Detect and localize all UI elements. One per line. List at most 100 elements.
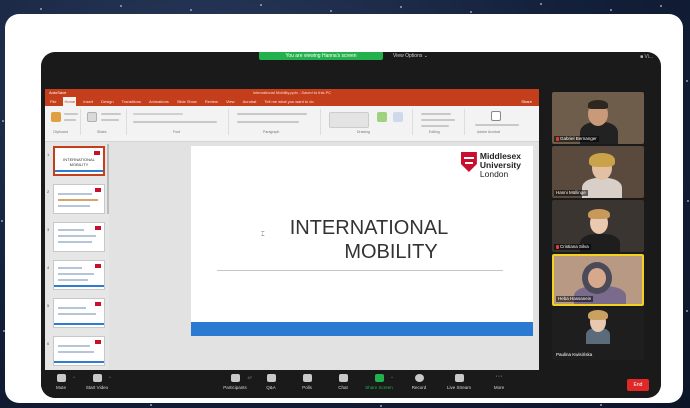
ribbon-group-paragraph: Paragraph <box>231 109 321 135</box>
thumbnail-title: INTERNATIONAL MOBILITY <box>63 157 95 167</box>
tell-me-search[interactable]: Tell me what you want to do <box>263 97 314 106</box>
chevron-up-icon[interactable]: ^ <box>109 375 111 380</box>
ribbon-label-clipboard: Clipboard <box>53 130 68 134</box>
shared-powerpoint-window: AutoSave International Mobility.pptx - S… <box>45 89 539 390</box>
view-options-menu[interactable]: View Options ⌄ <box>393 52 428 60</box>
tab-file[interactable]: File <box>49 97 57 106</box>
slide-thumbnail-2[interactable] <box>53 184 105 214</box>
quick-styles-icon[interactable] <box>393 112 403 122</box>
tab-view[interactable]: View <box>225 97 236 106</box>
qa-icon <box>266 374 276 382</box>
shapes-gallery-icon[interactable] <box>329 112 369 128</box>
share-screen-button[interactable]: Share Screen ^ <box>361 374 397 390</box>
tab-home[interactable]: Home <box>63 97 77 106</box>
participant-tile[interactable]: Hanni Müllinge <box>552 146 644 198</box>
participant-tile[interactable]: Gabriel Bernanger <box>552 92 644 144</box>
slide-thumbnail-1[interactable]: INTERNATIONAL MOBILITY <box>53 146 105 176</box>
participant-name: Heba Hassanein <box>556 296 594 302</box>
ppt-ribbon-tabs: File Home Insert Design Transitions Anim… <box>45 97 539 106</box>
more-dots-icon: ··· <box>495 373 503 380</box>
tab-transitions[interactable]: Transitions <box>121 97 142 106</box>
ppt-workspace: 1 INTERNATIONAL MOBILITY 2 3 4 5 6 Middl… <box>45 142 539 383</box>
tab-insert[interactable]: Insert <box>82 97 94 106</box>
slide-footer-bar <box>191 322 533 336</box>
participant-name: Hanni Müllinge <box>554 190 588 196</box>
toolbar-label: Mute <box>55 385 66 390</box>
window-control[interactable]: ■ Vi... <box>640 54 653 60</box>
slide-thumbnail-pane: 1 INTERNATIONAL MOBILITY 2 3 4 5 6 <box>45 142 109 383</box>
more-button[interactable]: ··· More <box>481 373 517 390</box>
participant-name: Cristiana Silva <box>554 244 591 250</box>
polls-button[interactable]: Polls <box>289 374 325 390</box>
create-pdf-icon[interactable] <box>491 111 501 121</box>
ribbon-label-drawing: Drawing <box>357 130 370 134</box>
chevron-up-icon[interactable]: ^ <box>73 375 75 380</box>
new-slide-icon[interactable] <box>87 112 97 122</box>
polls-icon <box>302 374 312 382</box>
autosave-toggle[interactable]: AutoSave <box>49 89 66 97</box>
participant-count: 47 <box>247 375 252 380</box>
participant-name: Paulina Kwisińska <box>556 352 593 357</box>
ribbon-group-editing: Editing <box>415 109 465 135</box>
slide-editing-area: Middlesex University London ⌶ INTERNATIO… <box>109 142 539 383</box>
microphone-icon <box>56 374 66 382</box>
record-button[interactable]: Record <box>401 374 437 390</box>
ribbon-group-clipboard: Clipboard <box>47 109 81 135</box>
participants-icon <box>230 374 240 382</box>
paste-icon[interactable] <box>51 112 61 122</box>
slide-title[interactable]: INTERNATIONAL MOBILITY <box>269 216 469 264</box>
live-stream-button[interactable]: Live Stream <box>441 374 477 390</box>
slide-thumbnail-5[interactable] <box>53 298 105 328</box>
zoom-meeting-toolbar: Mute ^ Start Video ^ Participants 47 Q&A… <box>41 370 661 398</box>
chat-button[interactable]: Chat <box>325 374 361 390</box>
tab-review[interactable]: Review <box>204 97 219 106</box>
muted-mic-icon <box>556 137 559 141</box>
slide-divider <box>217 270 503 271</box>
chevron-up-icon[interactable]: ^ <box>391 375 393 380</box>
ppt-ribbon: Clipboard Slides Font Paragraph Drawing … <box>45 106 539 142</box>
tab-animations[interactable]: Animations <box>148 97 170 106</box>
slide-title-line: INTERNATIONAL <box>289 217 449 239</box>
slide-thumbnail-4[interactable] <box>53 260 105 290</box>
ribbon-label-acrobat: Adobe Acrobat <box>477 130 500 134</box>
screen-share-banner[interactable]: You are viewing Hanna's screen <box>259 52 383 60</box>
arrange-icon[interactable] <box>377 112 387 122</box>
participant-name: Gabriel Bernanger <box>554 136 599 142</box>
qa-button[interactable]: Q&A <box>253 374 289 390</box>
participant-tile[interactable]: Paulina Kwisińska <box>552 308 644 360</box>
thumbnail-number: 1 <box>47 152 50 157</box>
participants-button[interactable]: Participants 47 <box>217 374 253 390</box>
ribbon-group-drawing: Drawing <box>323 109 413 135</box>
ribbon-label-paragraph: Paragraph <box>263 130 280 134</box>
thumbnail-number: 6 <box>47 341 50 346</box>
content-card: You are viewing Hanna's screen View Opti… <box>5 14 683 403</box>
chat-icon <box>338 374 348 382</box>
slide-thumbnail-6[interactable] <box>53 336 105 366</box>
current-slide[interactable]: Middlesex University London ⌶ INTERNATIO… <box>191 146 533 336</box>
mute-button[interactable]: Mute ^ <box>43 374 79 390</box>
toolbar-label: Polls <box>302 385 312 390</box>
record-icon <box>414 374 424 382</box>
ppt-title-bar: AutoSave International Mobility.pptx - S… <box>45 89 539 97</box>
tab-design[interactable]: Design <box>100 97 114 106</box>
ppt-share-button[interactable]: Share <box>520 97 533 106</box>
ribbon-group-slides: Slides <box>83 109 127 135</box>
slide-thumbnail-3[interactable] <box>53 222 105 252</box>
thumbnail-number: 4 <box>47 265 50 270</box>
participant-tile-active-speaker[interactable]: Heba Hassanein <box>552 254 644 306</box>
ribbon-label-font: Font <box>173 130 181 134</box>
end-meeting-button[interactable]: End <box>627 379 649 391</box>
slide-title-line: MOBILITY <box>344 241 438 263</box>
tab-acrobat[interactable]: Acrobat <box>242 97 258 106</box>
toolbar-label: Share Screen <box>365 385 393 390</box>
tab-slide-show[interactable]: Slide Show <box>176 97 198 106</box>
ribbon-group-font: Font <box>129 109 229 135</box>
text-cursor-icon: ⌶ <box>261 232 265 238</box>
participant-tile[interactable]: Cristiana Silva <box>552 200 644 252</box>
ribbon-label-slides: Slides <box>97 130 107 134</box>
logo-text-line: London <box>479 169 509 179</box>
share-screen-icon <box>374 374 384 382</box>
toolbar-label: Start Video <box>85 385 109 390</box>
toolbar-label: Record <box>411 385 427 390</box>
start-video-button[interactable]: Start Video ^ <box>79 374 115 390</box>
